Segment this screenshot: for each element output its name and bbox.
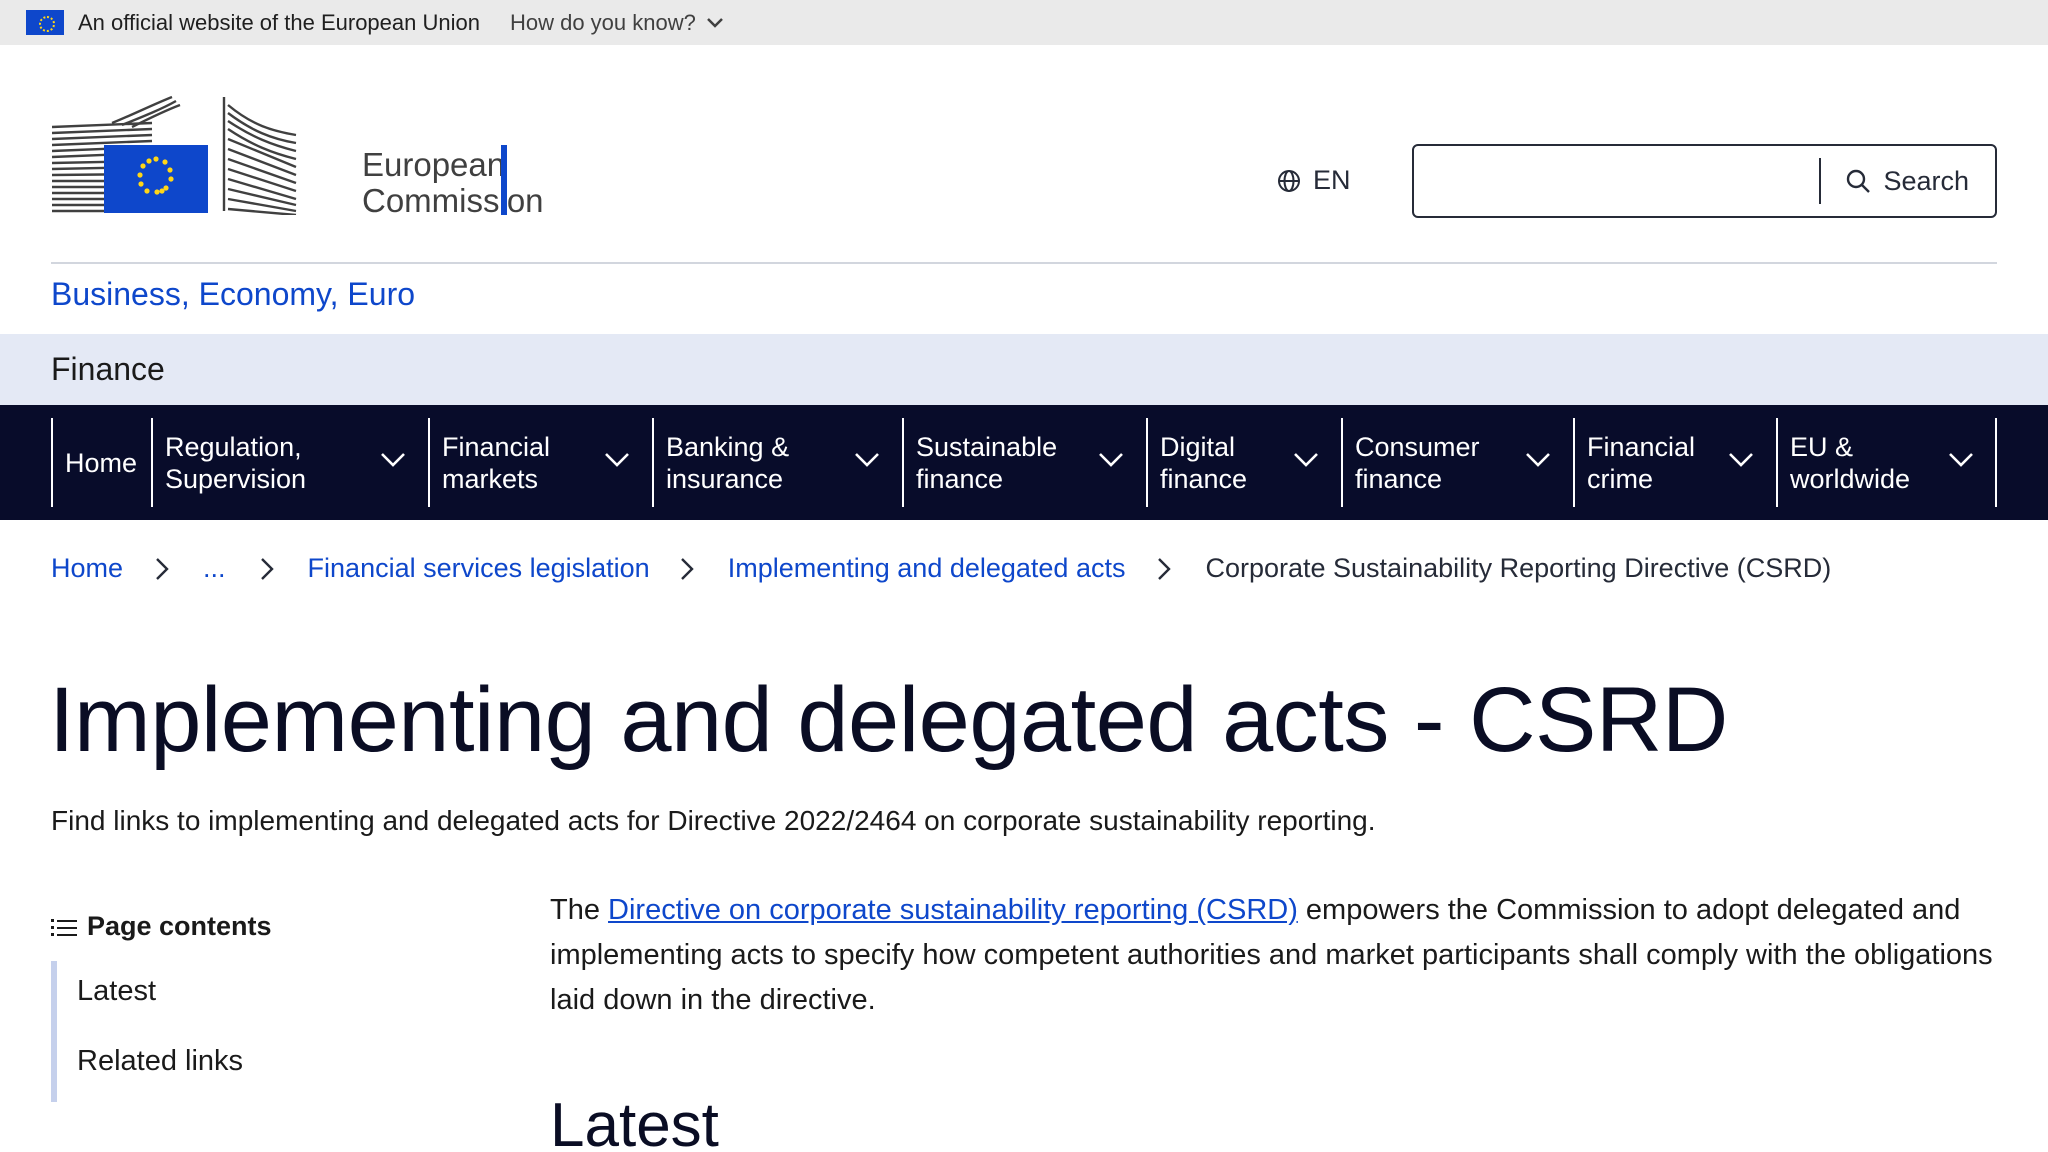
breadcrumb-home[interactable]: Home bbox=[51, 553, 123, 584]
page-contents-list: Latest Related links bbox=[51, 961, 351, 1102]
language-code: EN bbox=[1313, 165, 1351, 195]
header-divider bbox=[51, 262, 1997, 264]
section-title: Finance bbox=[51, 351, 165, 387]
nav-item-label: Consumer finance bbox=[1355, 431, 1480, 494]
nav-item-sustainable-finance[interactable]: Sustainable finance bbox=[902, 418, 1146, 507]
nav-item-banking-insurance[interactable]: Banking & insurance bbox=[652, 418, 902, 507]
page-contents-heading: Page contents bbox=[51, 911, 272, 942]
nav-item-label: Sustainable finance bbox=[916, 431, 1058, 494]
european-commission-logo[interactable]: European Commission bbox=[52, 95, 544, 219]
globe-icon bbox=[1278, 169, 1300, 192]
nav-item-digital-finance[interactable]: Digital finance bbox=[1146, 418, 1341, 507]
search-button[interactable]: Search bbox=[1821, 166, 1995, 197]
chevron-down-icon bbox=[381, 453, 405, 467]
eu-flag-icon bbox=[26, 10, 64, 35]
nav-item-financial-markets[interactable]: Financial markets bbox=[428, 418, 652, 507]
chevron-down-icon bbox=[706, 17, 723, 28]
section-band: Finance bbox=[0, 334, 2048, 405]
site-name-link[interactable]: Business, Economy, Euro bbox=[51, 276, 415, 313]
page-title: Implementing and delegated acts - CSRD bbox=[49, 669, 1728, 771]
search-button-label: Search bbox=[1883, 165, 1969, 196]
language-selector[interactable]: EN bbox=[1277, 165, 1351, 196]
nav-item-label: Financial markets bbox=[442, 431, 551, 494]
chevron-right-icon bbox=[155, 557, 169, 581]
breadcrumb-financial-services-legislation[interactable]: Financial services legislation bbox=[308, 553, 650, 584]
how-do-you-know-label: How do you know? bbox=[509, 9, 696, 35]
nav-item-label: Banking & insurance bbox=[666, 431, 790, 494]
nav-item-financial-crime[interactable]: Financial crime bbox=[1573, 418, 1776, 507]
list-icon bbox=[51, 918, 77, 936]
nav-item-eu-worldwide[interactable]: EU & worldwide bbox=[1776, 418, 1996, 507]
nav-item-regulation-supervision[interactable]: Regulation, Supervision bbox=[151, 418, 428, 507]
chevron-down-icon bbox=[1099, 453, 1123, 467]
main-navigation: Home Regulation, Supervision Financial mar… bbox=[0, 405, 2048, 520]
nav-item-label: Home bbox=[65, 447, 138, 478]
commission-building-icon bbox=[52, 95, 297, 215]
nav-item-label: EU & worldwide bbox=[1790, 431, 1911, 494]
logo-wordmark: European Commission bbox=[362, 147, 544, 219]
site-header: European Commission EN Search bbox=[0, 45, 2048, 264]
chevron-down-icon bbox=[1526, 453, 1550, 467]
eu-official-bar: An official website of the European Unio… bbox=[0, 0, 2048, 45]
how-do-you-know-toggle[interactable]: How do you know? bbox=[510, 10, 724, 36]
chevron-down-icon bbox=[1949, 453, 1973, 467]
page-description: Find links to implementing and delegated… bbox=[51, 805, 1376, 836]
csrd-directive-link[interactable]: Directive on corporate sustainability re… bbox=[608, 894, 1298, 926]
logo-line-commission: Commission bbox=[362, 182, 544, 219]
nav-item-label: Digital finance bbox=[1160, 431, 1248, 494]
nav-item-label: Financial crime bbox=[1587, 431, 1696, 494]
latest-heading: Latest bbox=[550, 1091, 719, 1152]
toc-item-related-links[interactable]: Related links bbox=[77, 1045, 243, 1078]
breadcrumb-current: Corporate Sustainability Reporting Direc… bbox=[1205, 553, 1832, 583]
logo-line-european: European bbox=[362, 146, 506, 183]
chevron-right-icon bbox=[680, 557, 694, 581]
search-form: Search bbox=[1412, 144, 1997, 218]
toc-item-latest[interactable]: Latest bbox=[77, 975, 156, 1008]
breadcrumb: Home ... Financial services legislation … bbox=[51, 553, 1831, 584]
chevron-down-icon bbox=[855, 453, 879, 467]
intro-paragraph: The Directive on corporate sustainabilit… bbox=[550, 894, 1993, 1016]
search-input[interactable] bbox=[1414, 146, 1820, 216]
nav-divider bbox=[1995, 418, 1997, 507]
chevron-right-icon bbox=[260, 557, 274, 581]
nav-item-label: Regulation, Supervision bbox=[165, 431, 307, 494]
breadcrumb-implementing-delegated-acts[interactable]: Implementing and delegated acts bbox=[728, 553, 1126, 584]
page-contents-label: Page contents bbox=[87, 911, 272, 941]
eu-official-text: An official website of the European Unio… bbox=[78, 9, 480, 35]
chevron-down-icon bbox=[1729, 453, 1753, 467]
chevron-down-icon bbox=[1294, 453, 1318, 467]
chevron-down-icon bbox=[605, 453, 629, 467]
chevron-right-icon bbox=[1157, 557, 1172, 581]
nav-item-home[interactable]: Home bbox=[51, 418, 151, 507]
nav-item-consumer-finance[interactable]: Consumer finance bbox=[1341, 418, 1573, 507]
logo-accent-bar bbox=[501, 145, 507, 215]
breadcrumb-ellipsis[interactable]: ... bbox=[203, 553, 226, 584]
search-icon bbox=[1847, 169, 1871, 193]
